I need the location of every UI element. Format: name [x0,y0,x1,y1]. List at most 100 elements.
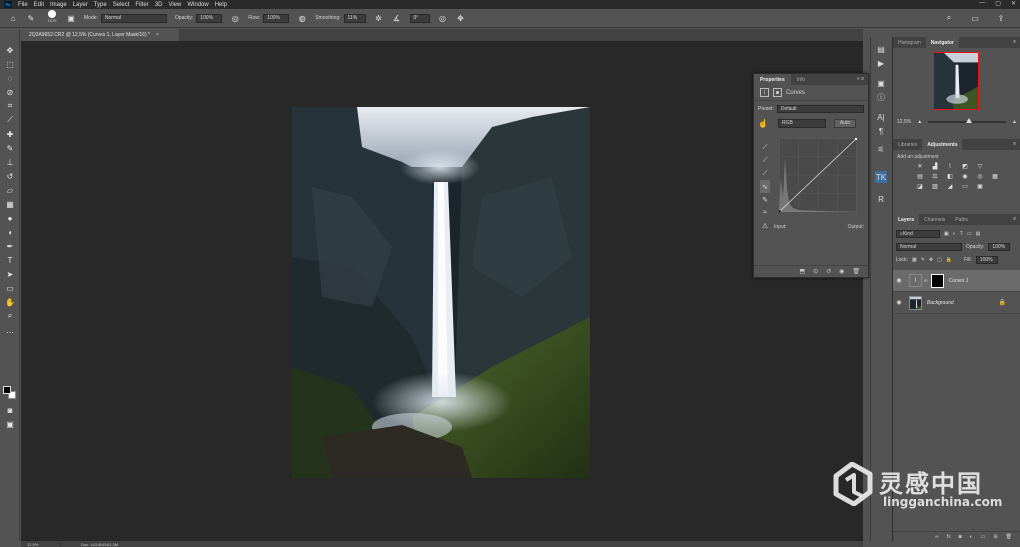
foreground-color-swatch[interactable] [3,386,11,394]
symmetry-icon[interactable]: ✥ [456,13,466,23]
mode-select[interactable]: Normal [100,13,167,23]
opacity-input[interactable]: 100% [196,13,223,23]
filter-kind-select[interactable]: ⌕ Kind [896,229,940,238]
share-icon[interactable]: ⇪ [996,13,1006,23]
minimize-icon[interactable]: — [979,0,985,7]
lasso-tool-icon[interactable]: ◌ [5,73,15,83]
maximize-icon[interactable]: ▢ [995,0,1001,7]
visibility-eye-icon[interactable]: ◉ [893,277,905,284]
history-brush-tool-icon[interactable]: ↺ [5,171,15,181]
clone-stamp-tool-icon[interactable]: ⊥ [5,157,15,167]
panel-menu-icon[interactable]: » ≡ [857,76,864,82]
black-point-eyedropper-icon[interactable]: ⟋ [760,141,770,154]
layer-name[interactable]: Curves 1 [949,278,969,284]
pressure-size-icon[interactable]: ◎ [438,13,448,23]
menu-edit[interactable]: Edit [34,2,44,8]
menu-help[interactable]: Help [215,2,227,8]
quick-mask-icon[interactable]: ◙ [5,405,15,415]
tab-close-icon[interactable]: × [156,32,159,38]
exposure-icon[interactable]: ◩ [960,162,970,171]
color-balance-icon[interactable]: ⚖ [930,172,940,181]
tab-properties[interactable]: Properties [754,74,791,85]
angle-input[interactable]: 0° [409,13,430,23]
delete-layer-icon[interactable]: 🗑 [1006,534,1012,540]
tab-navigator[interactable]: Navigator [925,37,959,48]
filter-smart-icon[interactable]: ▤ [976,231,981,237]
levels-icon[interactable]: ▟ [930,162,940,171]
delete-icon[interactable]: 🗑 [852,268,860,275]
lock-position-icon[interactable]: ✥ [929,257,933,263]
menu-view[interactable]: View [168,2,181,8]
menu-filter[interactable]: Filter [135,2,148,8]
healing-brush-tool-icon[interactable]: ✚ [5,129,15,139]
auto-button[interactable]: Auto [834,118,856,128]
type-tool-icon[interactable]: T [5,255,15,265]
close-icon[interactable]: ✕ [1011,0,1016,7]
flow-input[interactable]: 100% [263,13,290,23]
menu-layer[interactable]: Layer [73,2,88,8]
smooth-curve-icon[interactable]: ≈ [760,206,770,219]
new-adjustment-icon[interactable]: ◐ [970,534,973,540]
info-panel-icon[interactable]: ⓘ [875,91,887,103]
status-zoom[interactable]: 12,5% [21,541,61,547]
hue-saturation-icon[interactable]: ▤ [915,172,925,181]
zoom-tool-icon[interactable]: ⌕ [5,311,15,321]
search-icon[interactable]: ⌕ [944,13,954,23]
layers-menu-icon[interactable]: ≡ [1013,216,1016,222]
brightness-contrast-icon[interactable]: ☀ [915,162,925,171]
tab-libraries[interactable]: Libraries [893,139,922,150]
smoothing-settings-icon[interactable]: ✲ [374,13,384,23]
curves-adjustment-icon[interactable]: ⌇ [760,88,769,97]
menu-image[interactable]: Image [50,2,67,8]
brush-preset-picker[interactable]: 1675 [44,10,60,26]
channel-select[interactable]: RGB [778,118,826,128]
path-selection-tool-icon[interactable]: ➤ [5,269,15,279]
tab-paths[interactable]: Paths [950,214,973,225]
quick-select-tool-icon[interactable]: ⊘ [5,87,15,97]
color-lookup-icon[interactable]: ▦ [990,172,1000,181]
zoom-in-icon[interactable]: ▲ [1012,119,1017,125]
adjustments-menu-icon[interactable]: ≡ [1013,141,1016,147]
preset-select[interactable]: Default [776,105,864,113]
layer-opacity-input[interactable]: 100% [988,242,1011,251]
tab-layers[interactable]: Layers [893,214,920,225]
workspace-icon[interactable]: ▭ [970,13,980,23]
menu-window[interactable]: Window [187,2,208,8]
visibility-eye-icon[interactable]: ◉ [893,299,905,306]
navigator-zoom-value[interactable]: 12,5% [897,119,911,125]
menu-select[interactable]: Select [113,2,130,8]
zoom-slider-knob[interactable] [966,118,973,123]
clipping-warning-icon[interactable]: ⚠ [760,219,770,232]
filter-pixel-icon[interactable]: ▣ [944,231,949,237]
vibrance-icon[interactable]: ▽ [975,162,985,171]
pen-tool-icon[interactable]: ✒ [5,241,15,251]
status-doc-size[interactable]: Doc: 143,6M/161,3M [61,542,118,547]
pencil-draw-icon[interactable]: ✎ [760,193,770,206]
link-icon[interactable]: ∞ [924,278,928,284]
link-layers-icon[interactable]: ∞ [935,534,939,540]
white-point-eyedropper-icon[interactable]: ⟋ [760,167,770,180]
filter-adjustment-icon[interactable]: ◐ [953,231,956,237]
fill-input[interactable]: 100% [975,255,998,264]
paragraph-panel-icon[interactable]: ¶ [875,125,887,137]
brush-tool-preset-icon[interactable]: ✎ [26,13,36,23]
mask-icon[interactable]: ◙ [773,88,782,97]
plugin-tk-icon[interactable]: TK [875,171,887,183]
black-white-icon[interactable]: ◧ [945,172,955,181]
layer-curves[interactable]: ◉ ⌇ ∞ Curves 1 [893,270,1020,292]
tab-adjustments[interactable]: Adjustments [922,139,963,150]
navigator-menu-icon[interactable]: ≡ [1013,39,1016,45]
eyedropper-tool-icon[interactable]: ⟋ [5,115,15,125]
posterize-icon[interactable]: ▨ [930,182,940,191]
lock-transparent-icon[interactable]: ▦ [912,257,917,263]
gradient-tool-icon[interactable]: ▦ [5,199,15,209]
selective-color-icon[interactable]: ▣ [975,182,985,191]
layer-name[interactable]: Background [927,300,954,306]
curves-graph[interactable] [779,138,857,212]
home-icon[interactable]: ⌂ [8,13,18,23]
menu-3d[interactable]: 3D [155,2,163,8]
add-mask-icon[interactable]: ◙ [959,534,962,540]
history-panel-icon[interactable]: ▤ [875,43,887,55]
photo-filter-icon[interactable]: ◉ [960,172,970,181]
actions-play-icon[interactable]: ▶ [875,57,887,69]
